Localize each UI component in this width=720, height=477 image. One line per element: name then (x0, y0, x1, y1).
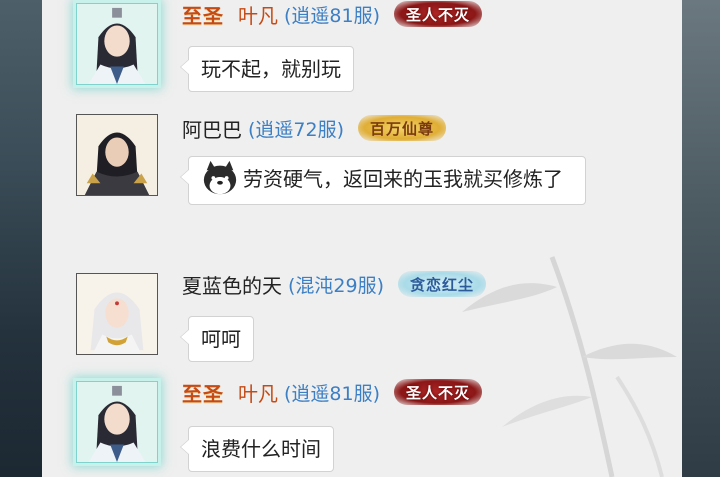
dog-emoji-icon (203, 160, 237, 194)
server-label: (逍遥72服) (248, 118, 345, 141)
message-bubble[interactable]: 呵呵 (180, 316, 254, 362)
message-text: 浪费什么时间 (201, 437, 321, 461)
rank-title: 至圣 (182, 3, 224, 28)
sender-name[interactable]: 阿巴巴 (182, 114, 242, 143)
sender-name[interactable]: 叶凡 (238, 0, 278, 29)
message-header: 至圣 叶凡 (逍遥81服) 圣人不灭 (182, 0, 483, 29)
sender-name[interactable]: 叶凡 (238, 378, 278, 407)
message-header: 至圣 叶凡 (逍遥81服) 圣人不灭 (182, 378, 483, 407)
message-bubble[interactable]: 劳资硬气，返回来的玉我就买修炼了 (180, 156, 586, 205)
message-bubble[interactable]: 浪费什么时间 (180, 426, 334, 472)
message-bubble[interactable]: 玩不起，就别玩 (180, 46, 354, 92)
chat-message: 阿巴巴 (逍遥72服) 百万仙尊 劳资硬气，返回来的玉我就买修炼了 (42, 114, 682, 259)
message-text: 劳资硬气，返回来的玉我就买修炼了 (243, 167, 563, 191)
chat-message: 夏蓝色的天 (混沌29服) 贪恋红尘 呵呵 (42, 270, 682, 370)
chat-message: 至圣 叶凡 (逍遥81服) 圣人不灭 浪费什么时间 (42, 378, 682, 477)
sender-name[interactable]: 夏蓝色的天 (182, 270, 282, 299)
chat-message: 至圣 叶凡 (逍遥81服) 圣人不灭 玩不起，就别玩 (42, 0, 682, 120)
avatar[interactable] (76, 273, 158, 355)
background-right-scenery (682, 0, 720, 477)
title-badge: 圣人不灭 (394, 1, 483, 27)
background-left-scenery (0, 0, 42, 477)
chat-panel[interactable]: 至圣 叶凡 (逍遥81服) 圣人不灭 玩不起，就别玩 阿巴巴 (逍遥72服) 百… (42, 0, 682, 477)
avatar[interactable] (76, 114, 158, 196)
message-header: 夏蓝色的天 (混沌29服) 贪恋红尘 (182, 270, 487, 299)
title-badge: 贪恋红尘 (398, 271, 487, 297)
avatar[interactable] (76, 381, 158, 463)
message-text: 玩不起，就别玩 (201, 57, 341, 81)
server-label: (逍遥81服) (284, 382, 381, 405)
server-label: (混沌29服) (288, 274, 385, 297)
message-text: 呵呵 (201, 327, 241, 351)
title-badge: 圣人不灭 (394, 379, 483, 405)
avatar[interactable] (76, 3, 158, 85)
rank-title: 至圣 (182, 381, 224, 406)
server-label: (逍遥81服) (284, 4, 381, 27)
message-header: 阿巴巴 (逍遥72服) 百万仙尊 (182, 114, 447, 143)
title-badge: 百万仙尊 (358, 115, 447, 141)
